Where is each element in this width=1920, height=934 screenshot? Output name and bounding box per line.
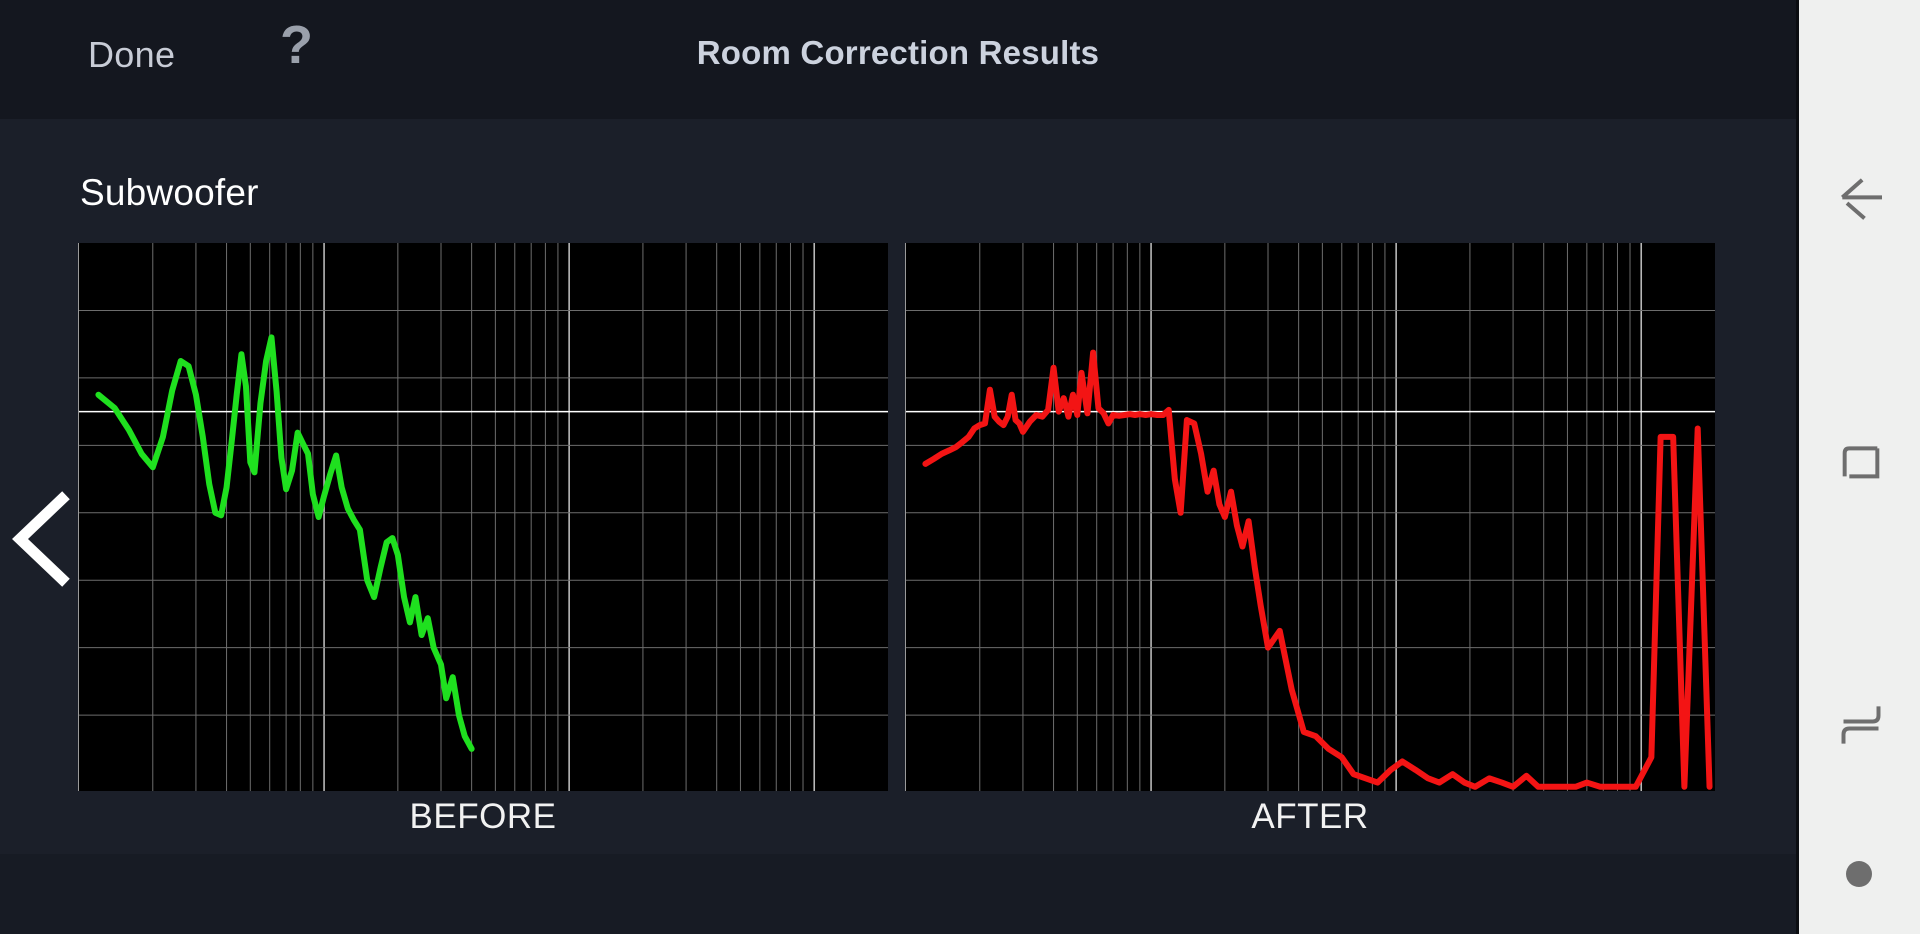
previous-channel-button[interactable] [6, 489, 76, 589]
before-trace [95, 334, 475, 752]
room-correction-results-screen: Done ? Room Correction Results Subwoofer [0, 0, 1920, 934]
app-bar: Done ? Room Correction Results [0, 0, 1796, 120]
charts-row: BEFORE AFTER [0, 243, 1796, 836]
nav-back-button[interactable] [1826, 160, 1896, 230]
page-title: Room Correction Results [696, 34, 1100, 71]
nav-recents-button[interactable] [1826, 425, 1896, 495]
before-caption: BEFORE [409, 797, 557, 836]
nav-split-screen-button[interactable] [1826, 690, 1896, 760]
dot-icon[interactable] [1846, 861, 1872, 887]
android-navigation-bar [1796, 0, 1920, 934]
grid-lines-after [906, 243, 1715, 791]
chevron-left-icon [12, 491, 70, 587]
phone-screen: Done ? Room Correction Results Subwoofer [0, 0, 1796, 934]
split-screen-icon [1841, 706, 1881, 744]
results-content: Subwoofer BEFORE AFTER [0, 119, 1796, 854]
grid-lines-before [79, 243, 888, 791]
arrow-left-icon [1841, 178, 1882, 220]
chart-after: AFTER [905, 243, 1715, 836]
plot-area-after[interactable] [905, 243, 1715, 791]
plot-area-before[interactable] [78, 243, 888, 791]
after-spectrum-svg [906, 243, 1715, 791]
channel-name-label: Subwoofer [80, 172, 259, 213]
before-spectrum-svg [79, 243, 888, 791]
after-trace [922, 349, 1713, 790]
after-caption: AFTER [1251, 797, 1369, 836]
square-overview-icon [1842, 446, 1880, 479]
chart-before: BEFORE [78, 243, 888, 836]
